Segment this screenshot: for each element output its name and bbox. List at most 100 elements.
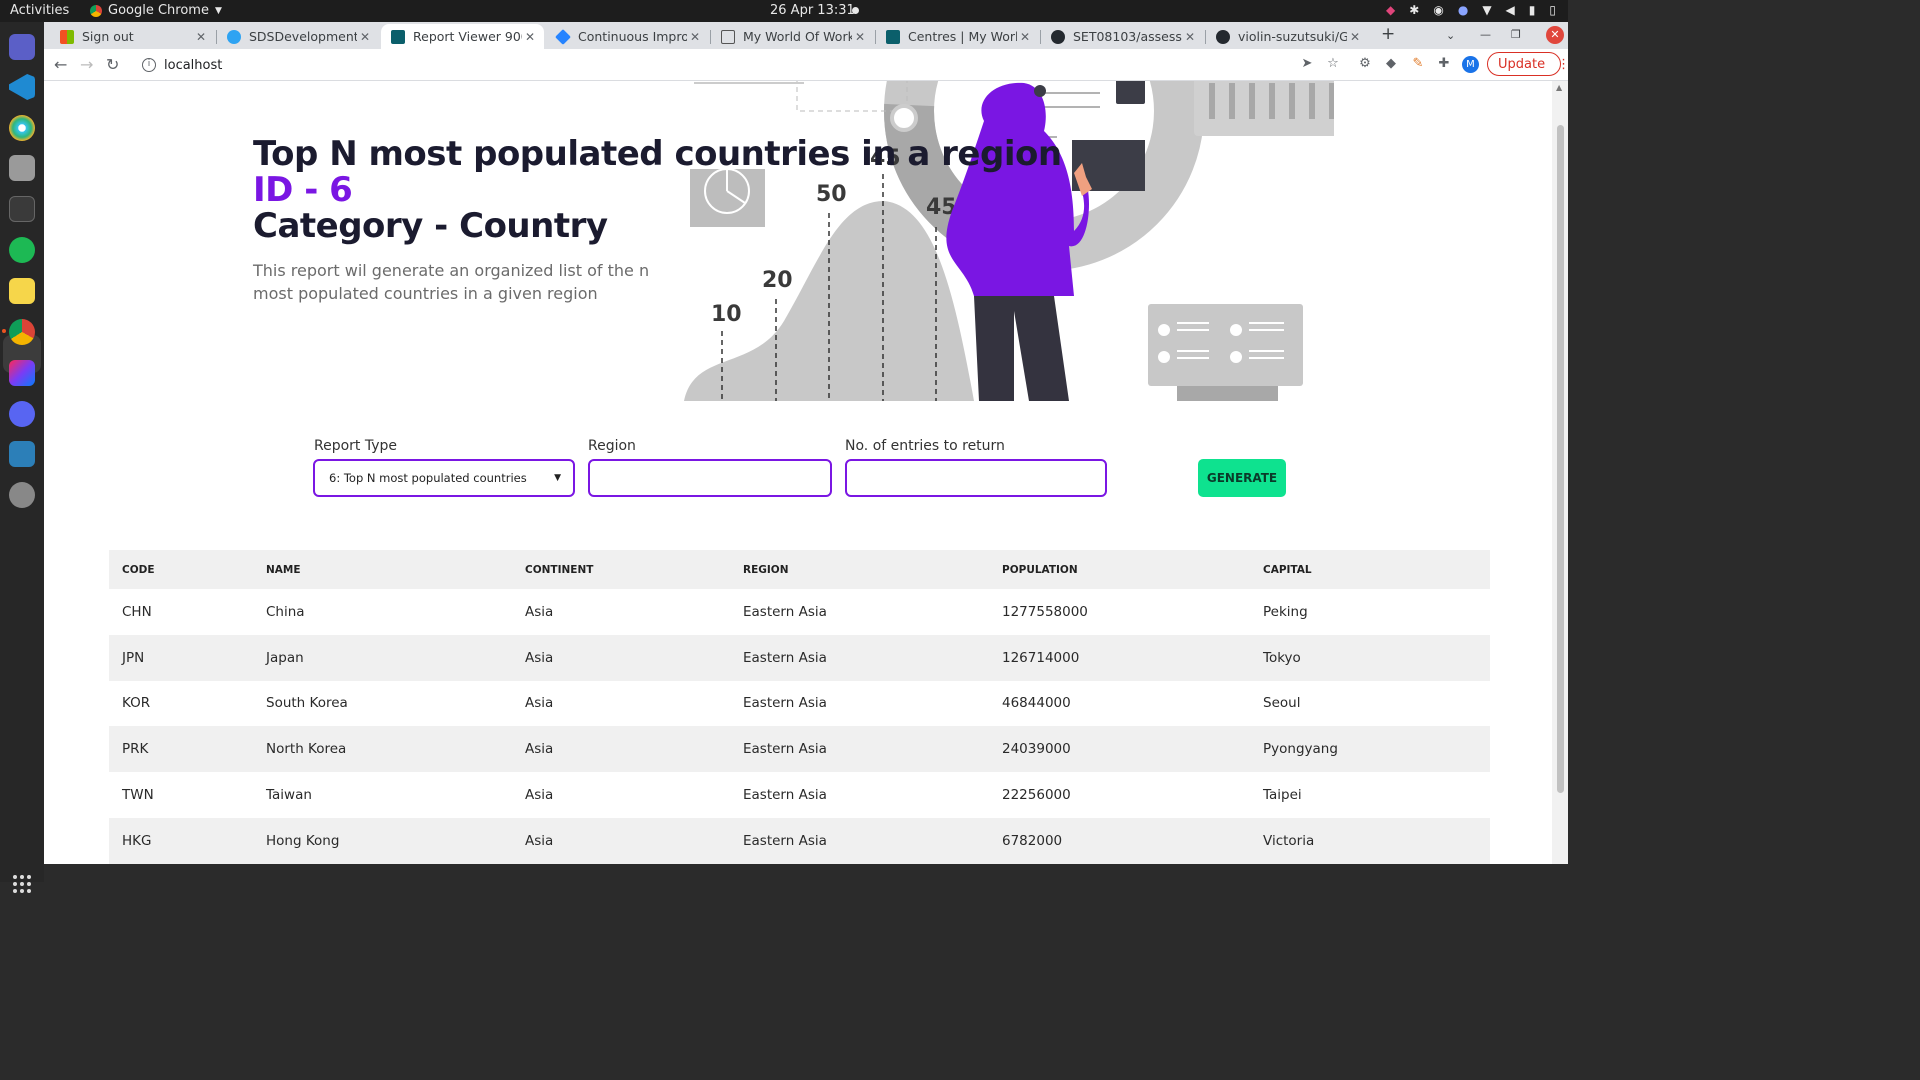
cell-continent: Asia	[512, 634, 730, 681]
tab-my-world-of-work[interactable]: My World Of Work - ✕	[711, 24, 874, 49]
close-icon[interactable]: ✕	[1347, 30, 1363, 44]
cell-capital: Peking	[1263, 603, 1308, 620]
cell-name: Japan	[253, 634, 512, 681]
send-tab-icon[interactable]: ➤	[1299, 56, 1315, 72]
app-menu[interactable]: Google Chrome ▼	[90, 3, 222, 18]
close-icon[interactable]: ✕	[357, 30, 373, 44]
extensions-puzzle-icon[interactable]: ✚	[1436, 56, 1452, 72]
maximize-button[interactable]: ❐	[1511, 28, 1521, 41]
volume-icon[interactable]: ◀	[1506, 3, 1515, 17]
extension-pen-icon[interactable]: ✎	[1410, 56, 1426, 72]
bookmark-star-icon[interactable]: ☆	[1325, 56, 1341, 72]
github-icon	[1216, 29, 1230, 44]
forward-button[interactable]: →	[80, 55, 93, 74]
new-tab-button[interactable]: +	[1381, 24, 1395, 44]
vscode-icon[interactable]	[9, 74, 35, 100]
cell-code: JPN	[109, 634, 253, 681]
microphone-icon[interactable]: ▮	[1529, 3, 1536, 17]
tab-search-button[interactable]: ⌄	[1446, 29, 1455, 42]
centres-favicon-icon	[886, 29, 900, 44]
chevron-down-icon: ▼	[214, 5, 222, 16]
cell-name: Taiwan	[266, 787, 312, 804]
settings-icon[interactable]	[9, 482, 35, 508]
browser-window: Sign out ✕ SDSDevelopment / ( ✕ Report V…	[44, 22, 1570, 882]
activities-button[interactable]: Activities	[10, 3, 69, 18]
intellij-icon[interactable]	[9, 360, 35, 386]
tab-violin-suzutsuki[interactable]: violin-suzutsuki/GA ✕	[1206, 24, 1369, 49]
cell-region: Eastern Asia	[730, 634, 989, 681]
tab-report-viewer[interactable]: Report Viewer 9000 ✕	[381, 24, 544, 49]
discord-tray-icon[interactable]: ◉	[1433, 3, 1443, 17]
show-applications-icon[interactable]	[13, 875, 31, 893]
site-favicon-icon	[227, 29, 241, 44]
tab-title: My World Of Work -	[743, 29, 852, 44]
close-icon[interactable]: ✕	[1182, 30, 1198, 44]
url-text: localhost	[164, 57, 223, 73]
close-icon[interactable]: ✕	[687, 30, 703, 44]
chrome-dock-icon[interactable]	[2, 319, 35, 345]
cell-continent: Asia	[525, 787, 554, 804]
notes-icon[interactable]	[9, 278, 35, 304]
cell-region: Eastern Asia	[743, 787, 827, 804]
page-scrollbar[interactable]: ▲	[1552, 81, 1568, 864]
profile-avatar[interactable]: M	[1462, 56, 1479, 73]
tab-sds-development[interactable]: SDSDevelopment / ( ✕	[217, 24, 379, 49]
extension-tray-icon[interactable]: ●	[1458, 3, 1468, 17]
tab-sign-out[interactable]: Sign out ✕	[50, 24, 215, 49]
more-menu-icon: ⋮	[1557, 56, 1571, 72]
generate-button[interactable]: GENERATE	[1198, 459, 1286, 497]
files-icon[interactable]	[9, 155, 35, 181]
extension-icon[interactable]: ⚙	[1357, 56, 1373, 72]
chrome-icon	[90, 4, 102, 17]
column-header-region[interactable]: REGION	[730, 550, 989, 589]
table-row: CHN China Asia Eastern Asia 1277558000 P…	[109, 589, 1490, 635]
close-icon[interactable]: ✕	[522, 30, 538, 44]
terminal-icon[interactable]	[9, 196, 35, 222]
wifi-icon[interactable]: ▼	[1482, 3, 1491, 17]
reload-button[interactable]: ↻	[106, 55, 119, 74]
cell-continent: Asia	[525, 695, 554, 712]
report-type-label: Report Type	[314, 438, 398, 454]
column-header-capital[interactable]: CAPITAL	[1250, 550, 1490, 589]
system-tray[interactable]: ◆ ✱ ◉ ● ▼ ◀ ▮ ▯	[1386, 3, 1556, 17]
scroll-up-icon[interactable]: ▲	[1556, 83, 1562, 92]
column-header-name[interactable]: NAME	[253, 550, 512, 589]
entries-input[interactable]	[845, 459, 1107, 497]
cell-name: China	[266, 603, 305, 620]
tab-centres[interactable]: Centres | My World o ✕	[876, 24, 1039, 49]
table-row: JPN Japan Asia Eastern Asia 126714000 To…	[109, 634, 1490, 681]
address-bar[interactable]: i localhost	[132, 52, 1332, 78]
report-type-select[interactable]: 6: Top N most populated countries in a r…	[313, 459, 575, 497]
dock	[0, 22, 44, 893]
cell-population: 46844000	[1002, 695, 1071, 712]
close-icon[interactable]: ✕	[193, 30, 209, 44]
site-info-icon[interactable]: i	[142, 58, 156, 72]
slack-icon[interactable]	[9, 115, 35, 141]
tab-set08103[interactable]: SET08103/assessme ✕	[1041, 24, 1204, 49]
region-input[interactable]	[588, 459, 832, 497]
discord-icon[interactable]	[9, 401, 35, 427]
tab-continuous-improve[interactable]: Continuous Improve ✕	[546, 24, 709, 49]
app-indicator-icon[interactable]: ◆	[1386, 3, 1395, 17]
slack-tray-icon[interactable]: ✱	[1409, 3, 1419, 17]
page-favicon-icon	[721, 29, 735, 44]
battery-icon[interactable]: ▯	[1549, 3, 1556, 17]
column-header-continent[interactable]: CONTINENT	[512, 550, 730, 589]
extension-cube-icon[interactable]: ◆	[1383, 56, 1399, 72]
minimize-button[interactable]: —	[1480, 28, 1491, 41]
column-header-code[interactable]: CODE	[109, 550, 253, 589]
cell-region: Eastern Asia	[730, 817, 989, 864]
report-id: ID - 6	[253, 170, 353, 210]
update-button[interactable]: Update ⋮	[1487, 52, 1570, 76]
small-dark-card-shape	[1116, 81, 1145, 104]
close-icon[interactable]: ✕	[852, 30, 868, 44]
close-window-button[interactable]: ✕	[1546, 26, 1564, 44]
clock[interactable]: 26 Apr 13:31	[770, 3, 855, 18]
back-button[interactable]: ←	[54, 55, 67, 74]
teams-icon[interactable]	[9, 34, 35, 60]
remmina-icon[interactable]	[9, 441, 35, 467]
column-header-population[interactable]: POPULATION	[989, 550, 1250, 589]
spotify-icon[interactable]	[9, 237, 35, 263]
scrollbar-thumb[interactable]	[1557, 125, 1564, 793]
close-icon[interactable]: ✕	[1017, 30, 1033, 44]
